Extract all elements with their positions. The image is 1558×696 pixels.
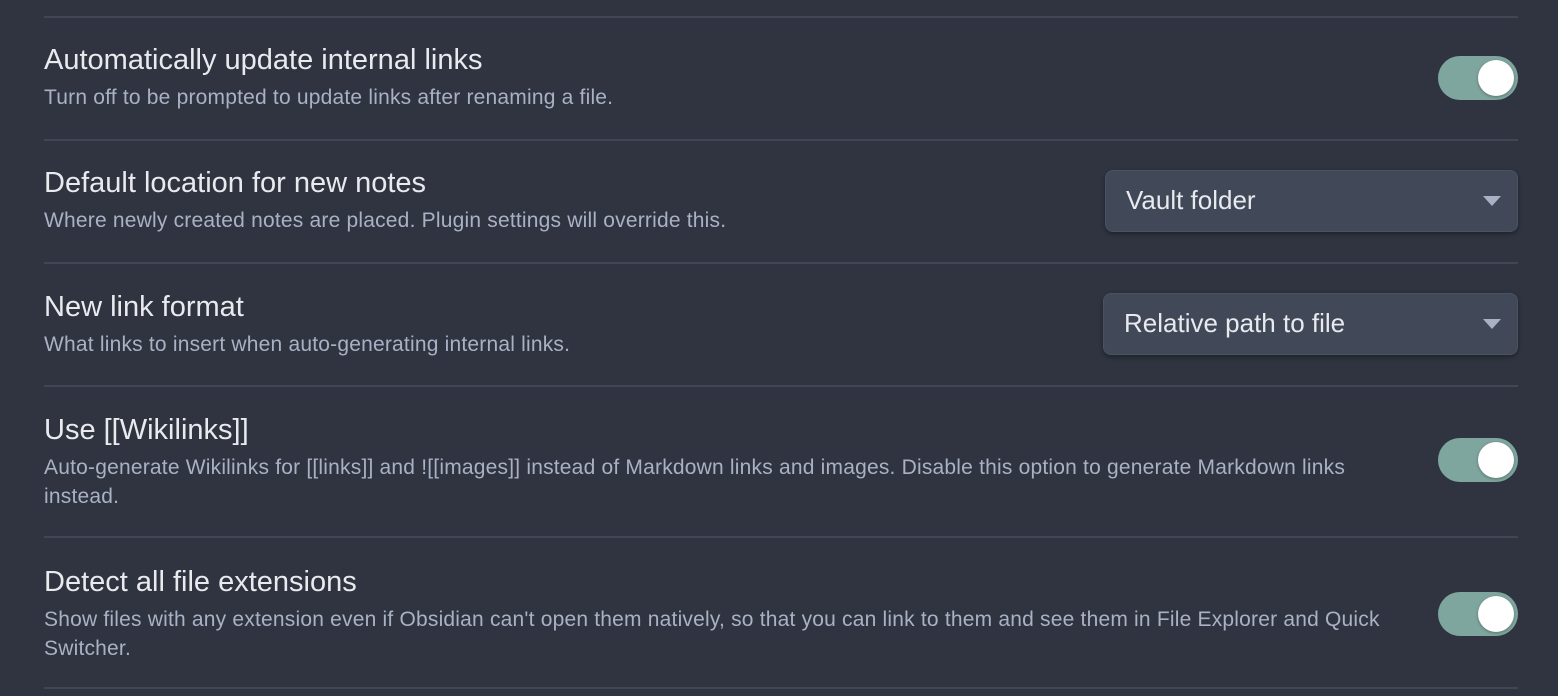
setting-title: New link format — [44, 291, 244, 323]
setting-detect-file-extensions: Detect all file extensions Show files wi… — [44, 538, 1518, 687]
setting-description: Turn off to be prompted to update links … — [44, 86, 614, 109]
toggle-knob — [1478, 441, 1514, 478]
setting-title: Automatically update internal links — [44, 44, 483, 76]
setting-description: Auto-generate Wikilinks for [[links]] an… — [44, 455, 1346, 508]
setting-info: Automatically update internal links Turn… — [44, 43, 1438, 112]
setting-info: New link format What links to insert whe… — [44, 290, 1103, 359]
setting-description: What links to insert when auto-generatin… — [44, 333, 571, 356]
divider — [44, 687, 1518, 689]
setting-default-location: Default location for new notes Where new… — [44, 141, 1518, 262]
setting-auto-update-links: Automatically update internal links Turn… — [44, 18, 1518, 139]
setting-info: Use [[Wikilinks]] Auto-generate Wikilink… — [44, 413, 1438, 511]
chevron-down-icon — [1483, 195, 1501, 206]
dropdown-value: Relative path to file — [1124, 308, 1346, 338]
setting-use-wikilinks: Use [[Wikilinks]] Auto-generate Wikilink… — [44, 387, 1518, 536]
setting-new-link-format: New link format What links to insert whe… — [44, 264, 1518, 385]
setting-title: Detect all file extensions — [44, 565, 357, 598]
setting-info: Detect all file extensions Show files wi… — [44, 565, 1438, 663]
dropdown-value: Vault folder — [1126, 185, 1256, 215]
default-location-dropdown[interactable]: Vault folder — [1105, 169, 1518, 232]
settings-list: Automatically update internal links Turn… — [44, 0, 1518, 689]
auto-update-links-toggle[interactable] — [1438, 55, 1518, 100]
chevron-down-icon — [1483, 318, 1501, 329]
setting-info: Default location for new notes Where new… — [44, 166, 1105, 235]
setting-title: Use [[Wikilinks]] — [44, 413, 249, 446]
setting-description: Where newly created notes are placed. Pl… — [44, 209, 727, 232]
setting-description: Show files with any extension even if Ob… — [44, 607, 1380, 660]
setting-title: Default location for new notes — [44, 167, 427, 199]
toggle-knob — [1478, 59, 1514, 96]
new-link-format-dropdown[interactable]: Relative path to file — [1103, 292, 1518, 355]
detect-file-extensions-toggle[interactable] — [1438, 591, 1518, 636]
toggle-knob — [1478, 595, 1514, 632]
use-wikilinks-toggle[interactable] — [1438, 437, 1518, 482]
